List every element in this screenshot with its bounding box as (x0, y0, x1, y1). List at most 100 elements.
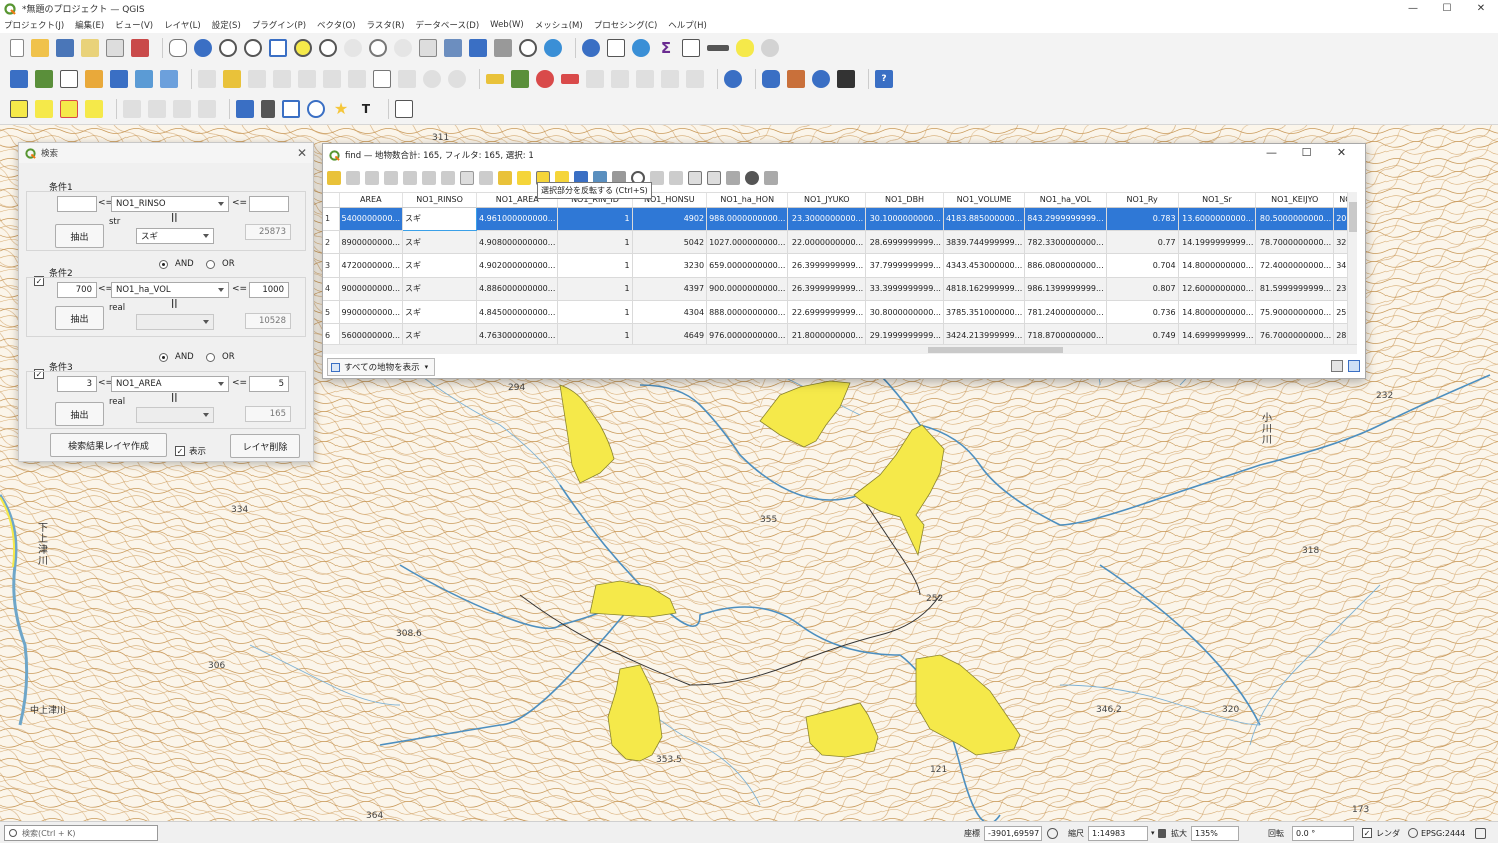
menu-vector[interactable]: ベクタ(O) (317, 19, 355, 31)
bookmark-icon[interactable] (469, 39, 487, 57)
table-cell[interactable]: 1 (557, 300, 633, 325)
move-label-icon[interactable] (636, 69, 654, 88)
form-view-icon[interactable] (1348, 360, 1360, 372)
favorite-star-icon[interactable]: ★ (332, 100, 350, 118)
render-checkbox[interactable]: ✓ (1362, 828, 1372, 838)
table-cell[interactable]: 29.1999999999... (865, 323, 944, 344)
table-row[interactable]: 3 4720000000... スギ 4.902000000000... 1 3230 65… (323, 253, 1357, 278)
table-cell[interactable]: 76.7000000000... (1255, 323, 1335, 344)
table-cell[interactable]: 4649 (632, 323, 708, 344)
table-cell[interactable]: 1 (557, 207, 633, 231)
table-cell[interactable]: 26.3999999999... (787, 253, 867, 278)
table-cell[interactable]: 4.902000000000... (476, 253, 559, 278)
paste-icon[interactable] (479, 171, 493, 185)
zoom-to-selection-icon[interactable] (294, 39, 312, 57)
table-cell[interactable]: スギ (402, 253, 478, 278)
cond3-min-input[interactable]: 3 (57, 376, 97, 392)
refresh-icon[interactable] (544, 39, 562, 57)
toggle-editing-icon[interactable] (327, 171, 341, 185)
copy-icon[interactable] (460, 171, 474, 185)
rotate-feature-icon[interactable] (148, 100, 166, 118)
logic2-and-radio[interactable] (159, 353, 168, 362)
layout-manager-icon[interactable] (106, 39, 124, 57)
cond2-max-input[interactable]: 1000 (249, 282, 289, 298)
horizontal-scrollbar[interactable] (323, 344, 1357, 354)
select-all-icon[interactable] (517, 171, 531, 185)
actions-icon[interactable] (726, 171, 740, 185)
table-cell[interactable]: 13.6000000000... (1178, 207, 1257, 231)
field-calculator-icon[interactable] (682, 39, 700, 57)
zoom-out-icon[interactable] (244, 39, 262, 57)
table-row[interactable]: 4 9000000000... スギ 4.886000000000... 1 4397 90… (323, 277, 1357, 302)
cond1-max-input[interactable] (249, 196, 289, 212)
table-cell[interactable]: 4.908000000000... (476, 230, 559, 255)
table-cell[interactable]: スギ (402, 230, 478, 255)
table-cell[interactable]: 900.0000000000... (706, 277, 789, 302)
new-shapefile-icon[interactable] (60, 69, 78, 88)
cond3-max-input[interactable]: 5 (249, 376, 289, 392)
cond3-extract-button[interactable]: 抽出 (55, 402, 104, 426)
table-cell[interactable]: 843.2999999999... (1024, 207, 1107, 231)
pan-to-selection-icon[interactable] (194, 39, 212, 57)
diagram-tool-icon[interactable] (536, 69, 554, 88)
table-cell[interactable]: 986.1399999999... (1024, 277, 1107, 302)
row-number[interactable]: 4 (323, 277, 340, 302)
multi-edit-icon[interactable] (346, 171, 360, 185)
table-cell[interactable]: 988.0000000000... (706, 207, 789, 231)
crs-globe-icon[interactable] (1408, 828, 1418, 838)
column-header[interactable]: NO1_RINSO (402, 193, 478, 208)
statistics-sigma-icon[interactable]: Σ (657, 39, 675, 57)
column-header[interactable]: AREA (339, 193, 404, 208)
table-cell[interactable]: 81.5999999999... (1255, 277, 1335, 302)
table-cell[interactable]: 8900000000... (339, 230, 404, 255)
rotate-plugin-icon[interactable] (812, 69, 830, 88)
map-tips-icon[interactable] (736, 39, 754, 57)
show-bookmarks-icon[interactable] (494, 39, 512, 57)
measure-icon[interactable] (707, 45, 729, 51)
table-cell[interactable]: 4.845000000000... (476, 300, 559, 325)
zoom-last-icon[interactable] (369, 39, 387, 57)
table-cell[interactable]: 0.807 (1106, 277, 1179, 302)
table-cell[interactable]: 0.783 (1106, 207, 1179, 231)
table-view-icon[interactable] (1331, 360, 1343, 372)
save-edits-icon[interactable] (248, 69, 266, 88)
row-number-header[interactable] (323, 193, 340, 208)
table-cell[interactable]: 22.0000000000... (787, 230, 867, 255)
cond1-extract-button[interactable]: 抽出 (55, 224, 104, 248)
field-calculator-icon[interactable] (688, 171, 702, 185)
menu-web[interactable]: Web(W) (490, 20, 524, 30)
locator-search-input[interactable]: 検索(Ctrl + K) (4, 825, 158, 841)
table-cell[interactable]: 3785.351000000... (943, 300, 1026, 325)
delete-layer-button[interactable]: レイヤ削除 (230, 434, 300, 458)
label-tool-icon[interactable] (486, 73, 504, 84)
table-cell[interactable]: 4304 (632, 300, 708, 325)
menu-plugins[interactable]: プラグイン(P) (252, 19, 306, 31)
table-cell[interactable]: スギ (402, 206, 478, 231)
crs-label[interactable]: EPSG:2444 (1421, 829, 1465, 838)
cond1-value-select[interactable]: スギ (136, 228, 214, 244)
column-header[interactable]: NO1_Ry (1106, 193, 1179, 208)
logic1-and-radio[interactable] (159, 260, 168, 269)
copy-features-icon[interactable] (373, 69, 391, 88)
chevron-down-icon[interactable]: ▾ (1151, 829, 1155, 837)
label-highlight-icon[interactable] (561, 73, 579, 84)
column-header[interactable]: NO1_KEIJYO (1255, 193, 1335, 208)
table-row[interactable]: 5 9900000000... スギ 4.845000000000... 1 4304 88… (323, 300, 1357, 325)
table-cell[interactable]: 4397 (632, 277, 708, 302)
close-button[interactable]: ✕ (1464, 0, 1498, 17)
table-cell[interactable]: 0.704 (1106, 253, 1179, 278)
table-cell[interactable]: 782.3300000000... (1024, 230, 1107, 255)
paste-features-icon[interactable] (398, 69, 416, 88)
table-cell[interactable]: 1 (557, 277, 633, 302)
menu-help[interactable]: ヘルプ(H) (668, 19, 707, 31)
style-manager-icon[interactable] (131, 39, 149, 57)
menu-edit[interactable]: 編集(E) (75, 19, 104, 31)
row-number[interactable]: 3 (323, 253, 340, 278)
text-point-icon[interactable]: T (357, 100, 375, 118)
create-result-layer-button[interactable]: 検索結果レイヤ作成 (50, 433, 167, 457)
row-number[interactable]: 1 (323, 207, 340, 231)
table-cell[interactable]: 5400000000... (339, 207, 404, 231)
open-project-icon[interactable] (31, 39, 49, 57)
lock-icon[interactable] (1158, 828, 1166, 838)
table-cell[interactable]: 22.6999999999... (787, 300, 867, 325)
